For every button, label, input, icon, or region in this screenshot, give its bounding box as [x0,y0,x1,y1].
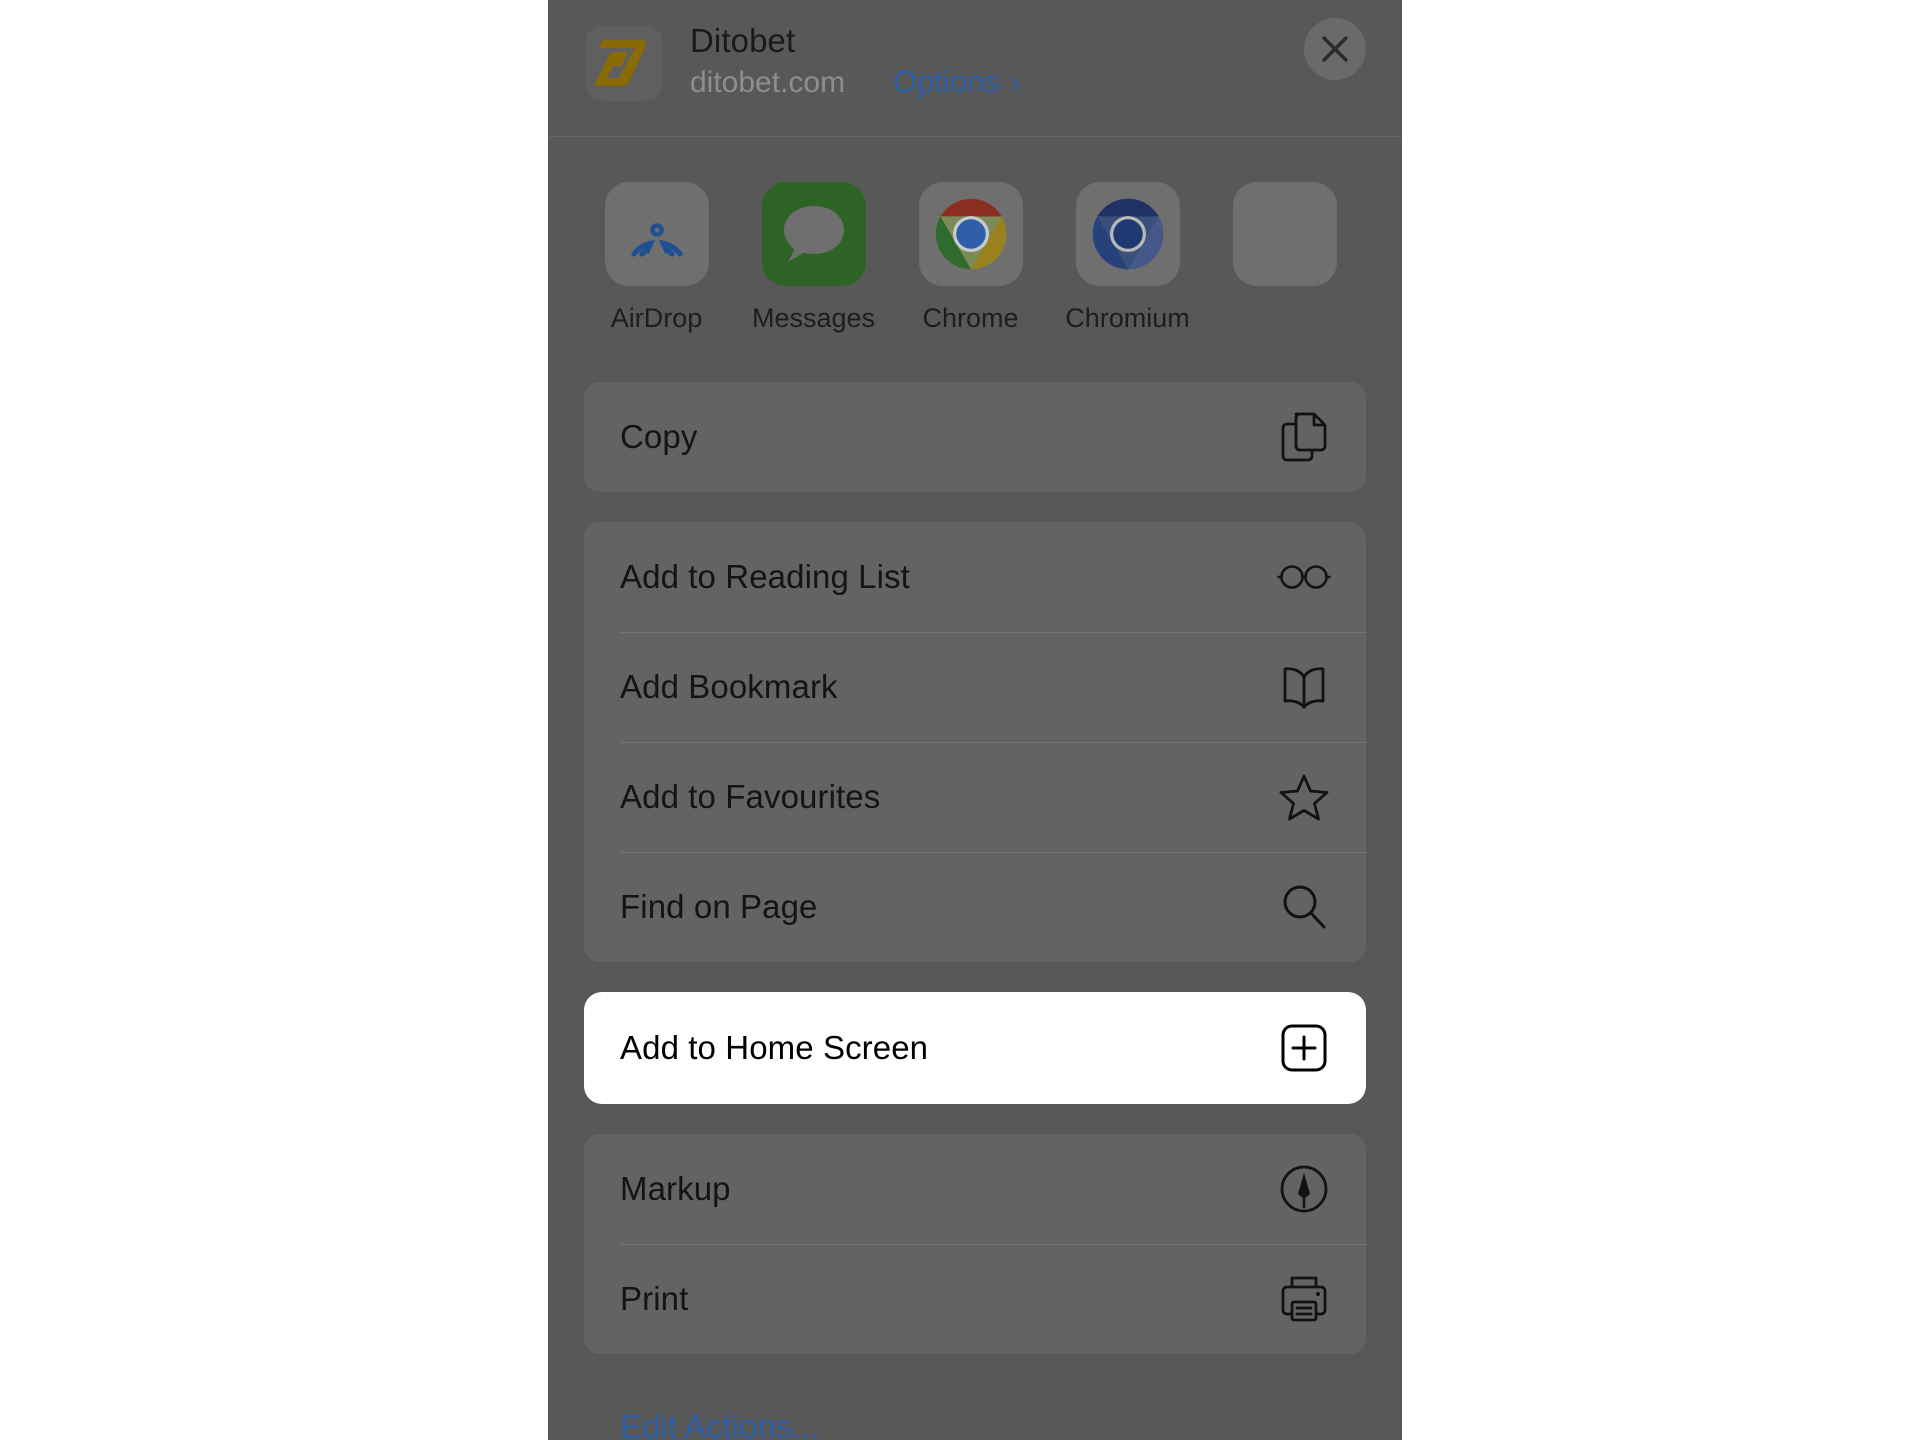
action-group: Add to Reading List Add Bookmark Add to … [584,522,1366,962]
action-row-copy[interactable]: Copy [584,382,1366,492]
share-target-airdrop[interactable]: AirDrop [578,182,735,334]
glasses-icon [1276,549,1332,605]
plus-square-icon [1276,1020,1332,1076]
site-subtitle-row: ditobet.com Options › [690,64,1020,101]
action-label: Add to Home Screen [620,1029,929,1066]
action-label: Add to Favourites [620,778,881,815]
share-target-chromium[interactable]: Chromium [1049,182,1206,334]
chrome-icon [918,182,1023,286]
action-row-add-to-reading-list[interactable]: Add to Reading List [584,522,1366,632]
action-label: Add to Reading List [620,558,910,595]
action-label: Find on Page [620,888,818,925]
copy-documents-icon [1276,409,1332,465]
action-row-add-bookmark[interactable]: Add Bookmark [584,632,1366,742]
action-label: Markup [620,1170,731,1207]
site-title: Ditobet [690,22,796,59]
ios-share-sheet: Ditobet ditobet.com Options › AirDrop Me… [548,0,1402,1440]
printer-icon [1276,1271,1332,1327]
star-icon [1276,769,1332,825]
action-row-find-on-page[interactable]: Find on Page [584,852,1366,962]
action-groups: Copy Add to Reading List Add Bookmark Ad… [548,334,1402,1440]
share-sheet-header: Ditobet ditobet.com Options › [548,0,1402,137]
open-book-icon [1276,659,1332,715]
chevron-right-icon: › [1009,64,1021,99]
site-url: ditobet.com [690,66,846,99]
more-apps-icon [1232,182,1337,286]
share-target-more[interactable] [1206,182,1363,334]
options-label: Options [893,64,1000,99]
action-row-markup[interactable]: Markup [584,1134,1366,1244]
action-group: Copy [584,382,1366,492]
action-label: Copy [620,418,698,455]
action-row-print[interactable]: Print [584,1244,1366,1354]
markup-pen-icon [1276,1161,1332,1217]
action-group: Markup Print [584,1134,1366,1354]
airdrop-icon [604,182,709,286]
action-label: Add Bookmark [620,668,838,705]
site-info-row[interactable]: Ditobet ditobet.com Options › [548,22,1402,101]
action-row-add-to-home-screen[interactable]: Add to Home Screen [584,992,1366,1104]
edit-actions-button[interactable]: Edit Actions... [584,1384,1366,1440]
ditobet-logo-icon [595,40,647,86]
action-row-add-to-favourites[interactable]: Add to Favourites [584,742,1366,852]
messages-icon [761,182,866,286]
site-text-block: Ditobet ditobet.com Options › [690,22,1020,101]
action-label: Print [620,1280,689,1317]
magnifier-icon [1276,879,1332,935]
share-targets-row[interactable]: AirDrop Messages Chrome Chromium [548,137,1402,334]
share-target-label: Chromium [1065,303,1190,333]
close-button[interactable] [1304,18,1366,80]
share-target-label: Messages [751,303,876,333]
share-target-label: Chrome [922,303,1019,333]
close-icon [1322,36,1348,62]
screen-root: Ditobet ditobet.com Options › AirDrop Me… [0,0,1920,1440]
site-favicon [586,25,662,101]
chromium-icon [1075,182,1180,286]
share-target-label: AirDrop [610,303,703,333]
share-target-messages[interactable]: Messages [735,182,892,334]
action-group-highlighted: Add to Home Screen [584,992,1366,1104]
share-target-chrome[interactable]: Chrome [892,182,1049,334]
options-button[interactable]: Options › [893,64,1020,100]
